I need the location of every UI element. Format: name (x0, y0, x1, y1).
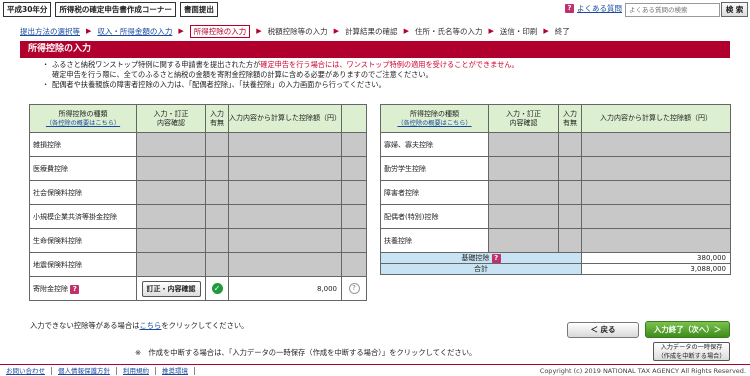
deduction-table-right: 所得控除の種類 （各控除の概要はこちら） 入力・訂正 内容確認 入力 有無 入力内… (380, 104, 731, 275)
deduction-summary-link[interactable]: （各控除の概要はこちら） (46, 120, 120, 127)
step-tax-credit-entry: 税額控除等の入力 (267, 26, 328, 36)
temp-save-button[interactable]: 入力データの一時保存 （作成を中断する場合） (653, 342, 730, 361)
footer-link-privacy[interactable]: 個人情報保護方針 (52, 366, 117, 375)
notice-warning: 確定申告を行う場合には、ワンストップ特例の適用を受けることができません。 (260, 60, 519, 69)
notice-line: ・ 配偶者や扶養親族の障害者控除の入力は、「配偶者控除」、「扶養控除」の入力画面… (42, 80, 386, 89)
chevron-right-icon: ▶ (178, 27, 184, 35)
question-icon: ? (565, 4, 574, 13)
chevron-right-icon: ▶ (543, 27, 549, 35)
donation-row: 寄附金控除 ? 訂正・内容確認 ✓ 8,000 ? (29, 276, 367, 301)
edit-confirm-button[interactable]: 訂正・内容確認 (141, 280, 201, 297)
row-label: 勤労学生控除 (380, 156, 489, 181)
other-deductions-note: 入力できない控除等がある場合はこちらをクリックしてください。 (30, 321, 249, 330)
row-label: 小規模企業共済等掛金控除 (29, 204, 137, 229)
faq-link[interactable]: よくある質問 (577, 3, 622, 14)
page-title: 所得控除の入力 (20, 41, 730, 58)
row-label: 扶養控除 (380, 228, 489, 253)
table-row: 地震保険料控除 (29, 252, 367, 277)
notice-text: 配偶者や扶養親族の障害者控除の入力は、「配偶者控除」、「扶養控除」の入力画面から… (52, 80, 386, 89)
chevron-right-icon: ▶ (488, 27, 494, 35)
tax-year-label: 平成30年分 (3, 2, 52, 17)
step-address-entry: 住所・氏名等の入力 (414, 26, 483, 36)
table-row: 障害者控除 (380, 180, 731, 205)
footer-link-contact[interactable]: お問い合わせ (0, 366, 52, 375)
col-kind: 所得控除の種類 （各控除の概要はこちら） (380, 104, 489, 133)
step-income-entry[interactable]: 収入・所得金額の入力 (97, 26, 172, 37)
suspend-note: ※ 作成を中断する場合は、「入力データの一時保存（作成を中断する場合）」をクリッ… (135, 348, 477, 357)
help-icon[interactable]: ? (70, 284, 80, 294)
table-row: 医療費控除 (29, 156, 367, 181)
notice-text: 確定申告を行う際に、全てのふるさと納税の金額を寄附金控除額の計算に含める必要があ… (52, 70, 433, 79)
row-label: 雑損控除 (29, 132, 137, 157)
row-label: 障害者控除 (380, 180, 489, 205)
chevron-right-icon: ▶ (256, 27, 262, 35)
footer-link-environment[interactable]: 推奨環境 (156, 366, 195, 375)
donation-amount: 8,000 (228, 276, 342, 301)
step-result-check: 計算結果の確認 (345, 26, 398, 36)
col-edit: 入力・訂正 内容確認 (136, 104, 206, 133)
check-icon: ✓ (211, 283, 223, 294)
help-icon[interactable]: ? (491, 254, 501, 263)
notice-line: 確定申告を行う際に、全てのふるさと納税の金額を寄附金控除額の計算に含める必要があ… (24, 70, 729, 80)
row-label: 医療費控除 (29, 156, 137, 181)
total-amount: 3,088,000 (581, 263, 731, 275)
step-deduction-entry-current: 所得控除の入力 (189, 24, 251, 38)
copyright: Copyright (c) 2019 NATIONAL TAX AGENCY A… (539, 367, 746, 375)
table-row: 小規模企業共済等掛金控除 (29, 204, 367, 229)
basic-deduction-row: 基礎控除 ? 380,000 (380, 252, 731, 264)
breadcrumb: 提出方法の選択等 ▶ 収入・所得金額の入力 ▶ 所得控除の入力 ▶ 税額控除等の… (20, 24, 750, 38)
step-send-print: 送信・印刷 (499, 26, 538, 36)
table-row: 雑損控除 (29, 132, 367, 157)
row-label: 寡婦、寡夫控除 (380, 132, 489, 157)
table-row: 寡婦、寡夫控除 (380, 132, 731, 157)
footer-link-terms[interactable]: 利用規約 (117, 366, 156, 375)
step-finish: 終了 (554, 26, 570, 36)
step-submission-method[interactable]: 提出方法の選択等 (20, 26, 80, 37)
row-label: 基礎控除 (461, 254, 490, 262)
notice-box: ・ ふるさと納税ワンストップ特例に関する申請書を提出された方が確定申告を行う場合… (24, 60, 729, 90)
table-row: 勤労学生控除 (380, 156, 731, 181)
row-label: 地震保険料控除 (29, 252, 137, 277)
deduction-summary-link[interactable]: （各控除の概要はこちら） (397, 120, 471, 127)
next-button[interactable]: 入力終了（次へ）＞ (645, 321, 730, 338)
faq-area: ? よくある質問 (565, 3, 622, 14)
chevron-right-icon: ▶ (333, 27, 340, 35)
notice-line: ・ ふるさと納税ワンストップ特例に関する申請書を提出された方が確定申告を行う場合… (42, 60, 519, 69)
row-label: 配偶者(特別)控除 (380, 204, 489, 229)
col-amount: 入力内容から計算した控除額（円） (581, 104, 731, 133)
table-row: 配偶者(特別)控除 (380, 204, 731, 229)
col-entered: 入力 有無 (558, 104, 582, 133)
footer: お問い合わせ 個人情報保護方針 利用規約 推奨環境 Copyright (c) … (0, 364, 750, 376)
basic-deduction-amount: 380,000 (581, 252, 731, 264)
help-icon[interactable]: ? (348, 283, 360, 294)
col-edit: 入力・訂正 内容確認 (488, 104, 559, 133)
col-amount: 入力内容から計算した控除額（円） (228, 104, 342, 133)
chevron-right-icon: ▶ (403, 27, 409, 35)
deduction-table-left: 所得控除の種類 （各控除の概要はこちら） 入力・訂正 内容確認 入力 有無 入力内… (29, 104, 367, 301)
document-submit-label: 書面提出 (179, 2, 218, 17)
row-label: 社会保険料控除 (29, 180, 137, 205)
total-row: 合計 3,088,000 (380, 263, 731, 275)
col-entered: 入力 有無 (205, 104, 229, 133)
back-button[interactable]: ＜ 戻る (567, 322, 639, 338)
app-title: 所得税の確定申告書作成コーナー (55, 2, 176, 17)
notice-text: ふるさと納税ワンストップ特例に関する申請書を提出された方が (52, 60, 261, 69)
other-deductions-link[interactable]: こちら (139, 321, 161, 330)
row-label: 合計 (380, 263, 582, 275)
search-button[interactable]: 検 索 (721, 2, 748, 17)
faq-search-input[interactable] (625, 3, 720, 17)
chevron-right-icon: ▶ (86, 27, 92, 35)
table-row: 生命保険料控除 (29, 228, 367, 253)
row-label: 生命保険料控除 (29, 228, 137, 253)
table-row: 社会保険料控除 (29, 180, 367, 205)
row-label: 寄附金控除 (33, 284, 68, 293)
col-kind: 所得控除の種類 （各控除の概要はこちら） (29, 104, 137, 133)
table-row: 扶養控除 (380, 228, 731, 253)
